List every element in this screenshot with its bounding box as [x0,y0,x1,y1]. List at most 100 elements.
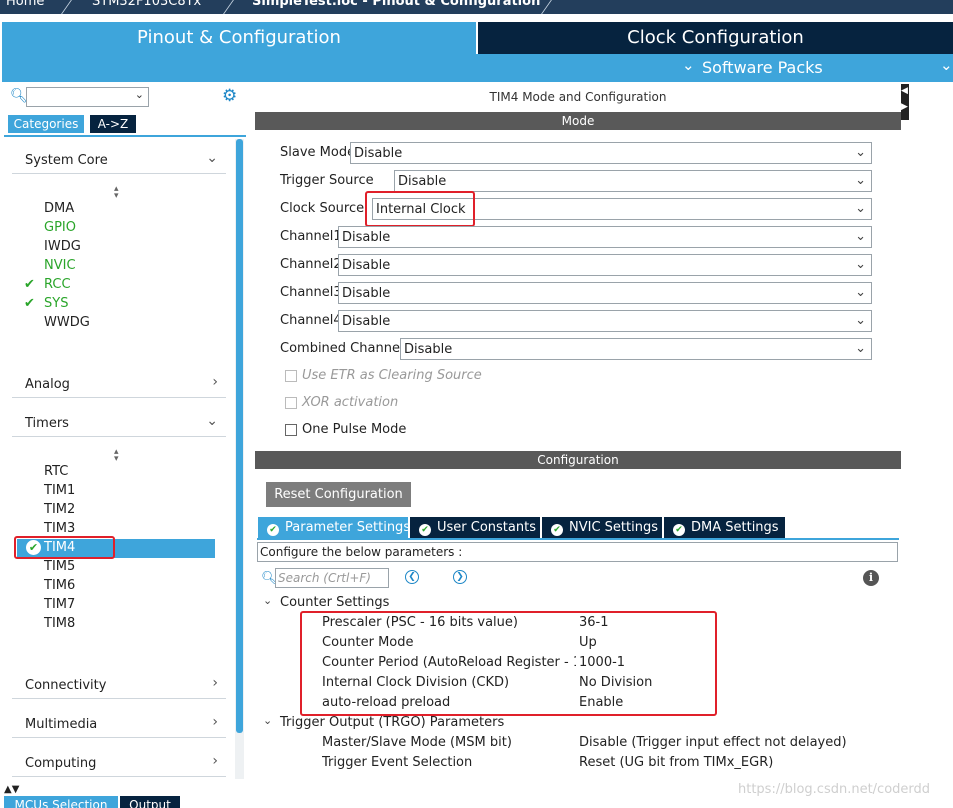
list-item-tim5[interactable]: TIM5 [44,559,75,574]
tab-pinout-configuration[interactable]: Pinout & Configuration [2,22,476,54]
scrollbar-thumb[interactable] [236,139,243,733]
field-label: Clock Source [280,201,365,216]
chevron-right-icon: › [212,753,218,769]
breadcrumb-separator [220,0,237,14]
list-item-wwdg[interactable]: WWDG [44,315,90,330]
breadcrumb-home[interactable]: Home [6,0,44,9]
breadcrumb: Home STM32F103C8Tx SimpleTest.ioc - Pino… [0,0,953,14]
category-connectivity[interactable]: Connectivity › [12,673,226,699]
search-combo[interactable]: ⌄ [26,87,149,107]
checkbox-label: Use ETR as Clearing Source [302,368,482,383]
table-row[interactable]: Master/Slave Mode (MSM bit) Disable (Trig… [322,734,892,754]
list-item-iwdg[interactable]: IWDG [44,239,81,254]
left-scrollbar[interactable] [235,139,244,779]
field-label: Channel1 [280,229,342,244]
expand-collapse-icon[interactable]: ▲▼ [4,784,19,795]
category-computing[interactable]: Computing › [12,751,226,777]
channel3-select[interactable]: Disable ⌄ [338,282,872,304]
chevron-down-icon: ⌄ [134,88,144,101]
info-icon[interactable]: i [863,570,879,586]
mode-configuration-panel: TIM4 Mode and Configuration Mode Slave M… [255,84,901,784]
tab-label: User Constants [437,520,536,535]
list-item-dma[interactable]: DMA [44,201,74,216]
tab-clock-configuration[interactable]: Clock Configuration [478,22,953,54]
category-analog[interactable]: Analog › [12,372,226,398]
field-label: Channel2 [280,257,342,272]
channel4-select[interactable]: Disable ⌄ [338,310,872,332]
sort-icon[interactable]: ▴ ▾ [114,185,119,201]
collapse-panel-icon[interactable]: ◀ ▶ [901,84,909,120]
check-icon: ✔ [24,296,35,311]
table-row[interactable]: Trigger Event Selection Reset (UG bit fro… [322,754,892,774]
category-system-core[interactable]: System Core ⌄ [12,148,226,174]
list-item-tim2[interactable]: TIM2 [44,502,75,517]
tab-label: DMA Settings [691,520,779,535]
chevron-down-icon: ⌄ [855,285,866,300]
category-label: Computing [25,756,97,771]
categories-button[interactable]: Categories [8,115,84,133]
page-title: TIM4 Mode and Configuration [489,90,667,104]
list-item-rcc[interactable]: RCC [44,277,71,292]
chevron-down-icon: ⌄ [206,150,218,166]
search-next-icon[interactable]: ❯ [453,570,467,584]
chevron-down-icon: ⌄ [855,313,866,328]
field-label: Channel3 [280,285,342,300]
software-packs-menu[interactable]: Software Packs [702,58,823,77]
chevron-down-icon: ⌄ [263,714,273,727]
parameter-search-input[interactable]: Search (Crtl+F) [275,568,389,588]
param-key: Trigger Event Selection [322,755,473,770]
list-item-tim1[interactable]: TIM1 [44,483,75,498]
search-previous-icon[interactable]: ❮ [405,570,419,584]
checkbox-box[interactable] [285,370,297,382]
list-item-tim3[interactable]: TIM3 [44,521,75,536]
checkbox-box[interactable] [285,397,297,409]
trigger-source-select[interactable]: Disable ⌄ [394,170,872,192]
combined-channels-select[interactable]: Disable ⌄ [400,338,872,360]
select-value: Disable [404,342,453,357]
list-item-rtc[interactable]: RTC [44,464,68,479]
group-label: Counter Settings [280,595,390,610]
category-multimedia[interactable]: Multimedia › [12,712,226,738]
breadcrumb-project[interactable]: SimpleTest.ioc - Pinout & Configuration [252,0,540,9]
field-label: Channel4 [280,313,342,328]
category-timers[interactable]: Timers ⌄ [12,411,226,437]
highlight-annotation [14,536,115,559]
chevron-right-icon: › [212,714,218,730]
chevron-down-icon: ⌄ [855,173,866,188]
param-value[interactable]: Reset (UG bit from TIMx_EGR) [579,755,773,770]
checkbox-box[interactable] [285,424,297,436]
highlight-annotation [300,611,717,716]
sort-icon[interactable]: ▴ ▾ [114,448,119,464]
slave-mode-select[interactable]: Disable ⌄ [350,142,872,164]
configure-hint: Configure the below parameters : [257,542,898,562]
tab-mcus-selection[interactable]: MCUs Selection [4,796,118,808]
check-circle-icon: ✔ [551,524,563,536]
chevron-down-icon: ⌄ [855,145,866,160]
list-item-sys[interactable]: SYS [44,296,68,311]
reset-configuration-button[interactable]: Reset Configuration [266,482,411,507]
list-item-nvic[interactable]: NVIC [44,258,76,273]
breadcrumb-mcu[interactable]: STM32F103C8Tx [92,0,201,9]
category-label: Analog [25,377,70,392]
tab-parameter-settings[interactable]: ✔ Parameter Settings [258,517,411,538]
tab-label: Parameter Settings [285,520,411,535]
gear-icon[interactable]: ⚙ [222,86,237,106]
list-item-tim8[interactable]: TIM8 [44,616,75,631]
list-item-gpio[interactable]: GPIO [44,220,76,235]
divider [257,538,899,540]
channel2-select[interactable]: Disable ⌄ [338,254,872,276]
tab-nvic-settings[interactable]: ✔ NVIC Settings [542,517,662,538]
chevron-down-icon[interactable]: ⌄ [940,56,953,74]
divider [4,135,246,137]
select-value: Disable [342,258,391,273]
field-label: Trigger Source [280,173,374,188]
list-item-tim7[interactable]: TIM7 [44,597,75,612]
channel1-select[interactable]: Disable ⌄ [338,226,872,248]
az-button[interactable]: A->Z [90,115,136,133]
list-item-tim6[interactable]: TIM6 [44,578,75,593]
param-value[interactable]: Disable (Trigger input effect not delaye… [579,735,847,750]
tab-output[interactable]: Output [120,796,180,808]
chevron-down-icon[interactable]: ⌄ [682,56,695,74]
tab-dma-settings[interactable]: ✔ DMA Settings [664,517,785,538]
tab-user-constants[interactable]: ✔ User Constants [410,517,540,538]
